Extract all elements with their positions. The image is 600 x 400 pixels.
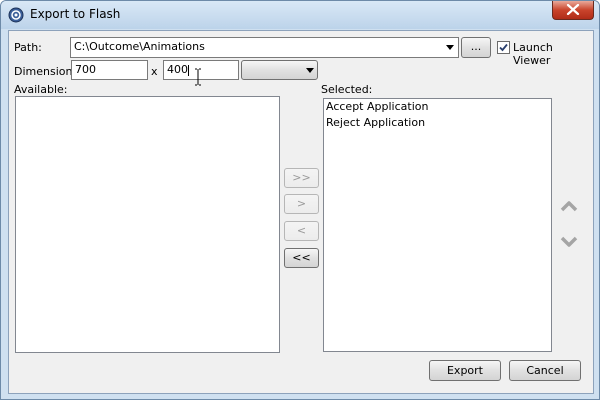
checkmark-icon xyxy=(499,43,508,52)
export-dialog-window: Export to Flash Path: C:\Outcome\Animati… xyxy=(0,0,600,400)
available-listbox[interactable] xyxy=(15,96,280,353)
ibeam-cursor-icon xyxy=(195,68,201,86)
move-up-icon[interactable] xyxy=(560,199,578,213)
selected-label: Selected: xyxy=(321,83,373,96)
list-item[interactable]: Reject Application xyxy=(324,115,551,131)
remove-all-button[interactable]: << xyxy=(284,248,319,268)
add-button[interactable]: > xyxy=(284,194,319,214)
close-button[interactable] xyxy=(552,1,594,20)
browse-button[interactable]: ... xyxy=(461,37,491,58)
title-bar[interactable]: Export to Flash xyxy=(1,1,599,29)
height-value: 400 xyxy=(167,63,188,76)
path-combo[interactable]: C:\Outcome\Animations xyxy=(70,37,459,58)
path-value: C:\Outcome\Animations xyxy=(74,40,205,53)
dialog-body: Path: C:\Outcome\Animations ... Launch V… xyxy=(8,30,594,394)
add-all-button[interactable]: >> xyxy=(284,168,319,188)
move-down-icon[interactable] xyxy=(560,235,578,249)
dimension-label: Dimension: xyxy=(14,65,77,78)
close-icon xyxy=(566,4,580,15)
launch-viewer-label: Launch Viewer xyxy=(513,41,553,67)
flash-export-icon xyxy=(8,7,24,23)
width-input[interactable]: 700 xyxy=(71,60,148,80)
remove-button[interactable]: < xyxy=(284,221,319,241)
available-label: Available: xyxy=(14,83,68,96)
list-item[interactable]: Accept Application xyxy=(324,99,551,115)
cancel-button[interactable]: Cancel xyxy=(509,360,581,381)
chevron-down-icon xyxy=(306,68,314,73)
path-label: Path: xyxy=(14,41,42,54)
window-title: Export to Flash xyxy=(30,7,121,21)
selected-listbox[interactable]: Accept Application Reject Application xyxy=(323,98,552,352)
dimension-preset-dropdown[interactable] xyxy=(241,60,318,80)
chevron-down-icon[interactable] xyxy=(446,45,454,50)
text-caret xyxy=(188,64,189,76)
launch-viewer-checkbox[interactable] xyxy=(497,41,510,54)
dimension-separator: x xyxy=(151,65,158,78)
export-button[interactable]: Export xyxy=(429,360,501,381)
